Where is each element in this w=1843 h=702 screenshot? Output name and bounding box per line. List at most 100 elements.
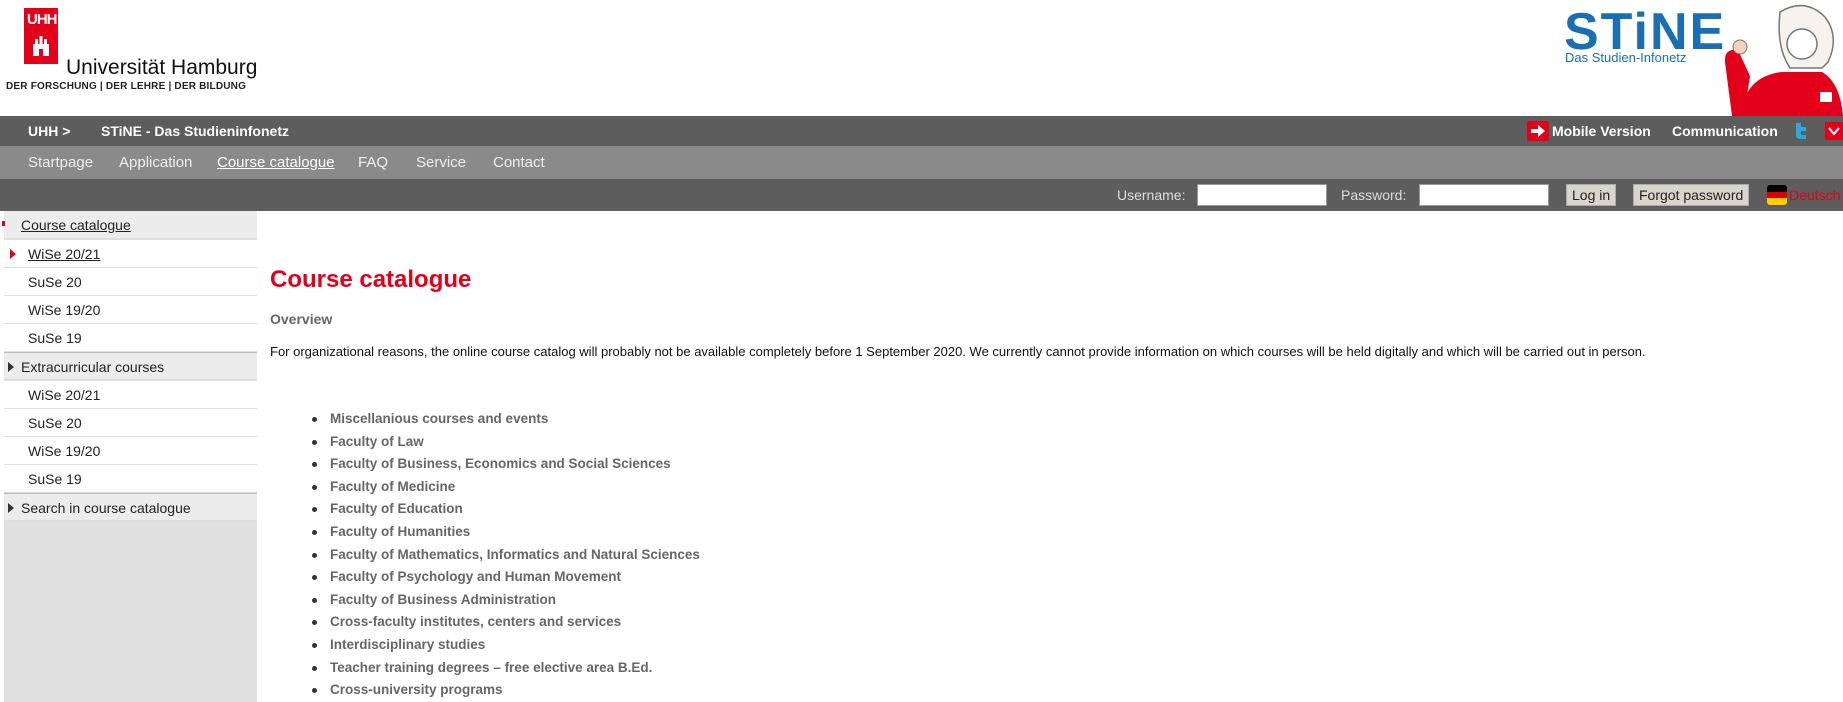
sidebar-item-extracurricular[interactable]: Extracurricular courses xyxy=(4,352,257,380)
nav-application[interactable]: Application xyxy=(119,154,192,171)
sidebar-item-extra-wise-20-21[interactable]: WiSe 20/21 xyxy=(4,381,257,409)
faculty-link[interactable]: Teacher training degrees – free elective… xyxy=(330,660,652,675)
bullet-icon xyxy=(312,439,317,445)
bullet-icon xyxy=(312,620,317,626)
breadcrumb-uhh[interactable]: UHH > xyxy=(28,123,70,139)
sidebar-item-course-catalogue[interactable]: Course catalogue xyxy=(2,211,257,239)
list-item[interactable]: Faculty of Education xyxy=(310,500,700,523)
forgot-password-button[interactable]: Forgot password xyxy=(1633,184,1750,206)
faculty-link[interactable]: Faculty of Mathematics, Informatics and … xyxy=(330,547,700,562)
list-item[interactable]: Faculty of Business Administration xyxy=(310,591,700,614)
bullet-icon xyxy=(312,462,317,468)
university-name: Universität Hamburg xyxy=(66,56,258,79)
sidebar-item-label: SuSe 19 xyxy=(28,330,82,346)
stine-logo[interactable]: STiNE Das Studien-Infonetz xyxy=(1562,2,1843,116)
sidebar-item-label: Search in course catalogue xyxy=(21,500,191,516)
username-input[interactable] xyxy=(1197,184,1327,206)
sidebar-item-label: WiSe 20/21 xyxy=(28,246,101,262)
sidebar-item-extra-suse-19[interactable]: SuSe 19 xyxy=(4,465,257,493)
list-item[interactable]: Faculty of Mathematics, Informatics and … xyxy=(310,546,700,569)
password-input[interactable] xyxy=(1419,184,1549,206)
top-breadcrumb-bar: UHH > STiNE - Das Studieninfonetz Mobile… xyxy=(0,116,1843,146)
bullet-icon xyxy=(312,597,317,603)
list-item[interactable]: Cross-university programs xyxy=(310,681,700,702)
sidebar-item-label: Course catalogue xyxy=(21,217,131,233)
faculty-link[interactable]: Faculty of Business Administration xyxy=(330,592,556,607)
list-item[interactable]: Faculty of Psychology and Human Movement xyxy=(310,568,700,591)
sidebar-item-label: Extracurricular courses xyxy=(21,359,165,375)
bullet-icon xyxy=(312,417,317,422)
faculty-link[interactable]: Interdisciplinary studies xyxy=(330,637,485,652)
nav-course-catalogue[interactable]: Course catalogue xyxy=(217,154,335,171)
sidebar-item-label: SuSe 20 xyxy=(28,274,82,290)
list-item[interactable]: Miscellanious courses and events xyxy=(310,410,700,433)
castle-icon xyxy=(33,36,49,56)
mascot-illustration xyxy=(1724,4,1843,116)
uhh-logo[interactable]: UHH xyxy=(24,8,58,64)
twitter-icon[interactable] xyxy=(1793,121,1809,141)
sidebar-item-label: WiSe 20/21 xyxy=(28,387,101,403)
sidebar-item-suse-20[interactable]: SuSe 20 xyxy=(4,268,257,296)
sidebar-item-label: WiSe 19/20 xyxy=(28,443,101,459)
breadcrumb-stine[interactable]: STiNE - Das Studieninfonetz xyxy=(101,123,289,139)
faculty-list: Miscellanious courses and events Faculty… xyxy=(310,410,700,702)
language-switch-link[interactable]: Deutsch xyxy=(1789,187,1840,203)
password-label: Password: xyxy=(1341,187,1407,203)
chevron-down-icon[interactable] xyxy=(1825,122,1843,140)
sidebar-item-label: SuSe 19 xyxy=(28,471,82,487)
login-button[interactable]: Log in xyxy=(1566,184,1617,206)
faculty-link[interactable]: Faculty of Medicine xyxy=(330,479,455,494)
list-item[interactable]: Faculty of Humanities xyxy=(310,523,700,546)
triangle-right-icon xyxy=(8,362,14,372)
faculty-link[interactable]: Miscellanious courses and events xyxy=(330,411,548,426)
university-tagline: DER FORSCHUNG | DER LEHRE | DER BILDUNG xyxy=(6,81,247,92)
bullet-icon xyxy=(312,575,317,581)
faculty-link[interactable]: Faculty of Humanities xyxy=(330,524,470,539)
faculty-link[interactable]: Faculty of Education xyxy=(330,501,463,516)
sidebar: Course catalogue WiSe 20/21 SuSe 20 WiSe… xyxy=(2,211,257,702)
uhh-logo-text: UHH xyxy=(27,11,57,28)
triangle-right-icon xyxy=(8,503,14,513)
list-item[interactable]: Faculty of Business, Economics and Socia… xyxy=(310,455,700,478)
faculty-link[interactable]: Cross-university programs xyxy=(330,682,503,697)
page-header: UHH Universität Hamburg DER FORSCHUNG | … xyxy=(0,0,1843,116)
triangle-right-icon xyxy=(10,249,16,259)
bullet-icon xyxy=(312,552,317,558)
bullet-icon xyxy=(312,665,317,671)
faculty-link[interactable]: Faculty of Law xyxy=(330,434,424,449)
red-marker-icon xyxy=(2,221,5,226)
sidebar-item-wise-19-20[interactable]: WiSe 19/20 xyxy=(4,296,257,324)
sidebar-item-search[interactable]: Search in course catalogue xyxy=(4,493,257,521)
sidebar-item-extra-suse-20[interactable]: SuSe 20 xyxy=(4,409,257,437)
login-bar: Username: Password: Log in Forgot passwo… xyxy=(0,179,1843,211)
username-label: Username: xyxy=(1117,187,1186,203)
sidebar-item-suse-19[interactable]: SuSe 19 xyxy=(4,324,257,352)
bullet-icon xyxy=(312,642,317,648)
stine-logo-subtitle: Das Studien-Infonetz xyxy=(1565,50,1687,65)
nav-service[interactable]: Service xyxy=(416,154,466,171)
bullet-icon xyxy=(312,484,317,490)
nav-contact[interactable]: Contact xyxy=(493,154,545,171)
sidebar-item-label: WiSe 19/20 xyxy=(28,302,101,318)
bullet-icon xyxy=(312,688,317,694)
nav-faq[interactable]: FAQ xyxy=(358,154,388,171)
list-item[interactable]: Faculty of Law xyxy=(310,433,700,456)
faculty-link[interactable]: Cross-faculty institutes, centers and se… xyxy=(330,614,621,629)
sidebar-item-wise-20-21[interactable]: WiSe 20/21 xyxy=(4,240,257,268)
sidebar-item-extra-wise-19-20[interactable]: WiSe 19/20 xyxy=(4,437,257,465)
mobile-version-link[interactable]: Mobile Version xyxy=(1552,123,1651,139)
list-item[interactable]: Teacher training degrees – free elective… xyxy=(310,659,700,682)
list-item[interactable]: Faculty of Medicine xyxy=(310,478,700,501)
intro-paragraph: For organizational reasons, the online c… xyxy=(270,344,1646,359)
communication-link[interactable]: Communication xyxy=(1672,123,1778,139)
nav-startpage[interactable]: Startpage xyxy=(28,154,93,171)
faculty-link[interactable]: Faculty of Business, Economics and Socia… xyxy=(330,456,671,471)
faculty-link[interactable]: Faculty of Psychology and Human Movement xyxy=(330,569,621,584)
mobile-arrow-icon[interactable] xyxy=(1527,121,1549,141)
german-flag-icon[interactable] xyxy=(1767,185,1787,205)
bullet-icon xyxy=(312,529,317,535)
page-title: Course catalogue xyxy=(270,266,472,293)
list-item[interactable]: Interdisciplinary studies xyxy=(310,636,700,659)
sidebar-item-label: SuSe 20 xyxy=(28,415,82,431)
list-item[interactable]: Cross-faculty institutes, centers and se… xyxy=(310,613,700,636)
